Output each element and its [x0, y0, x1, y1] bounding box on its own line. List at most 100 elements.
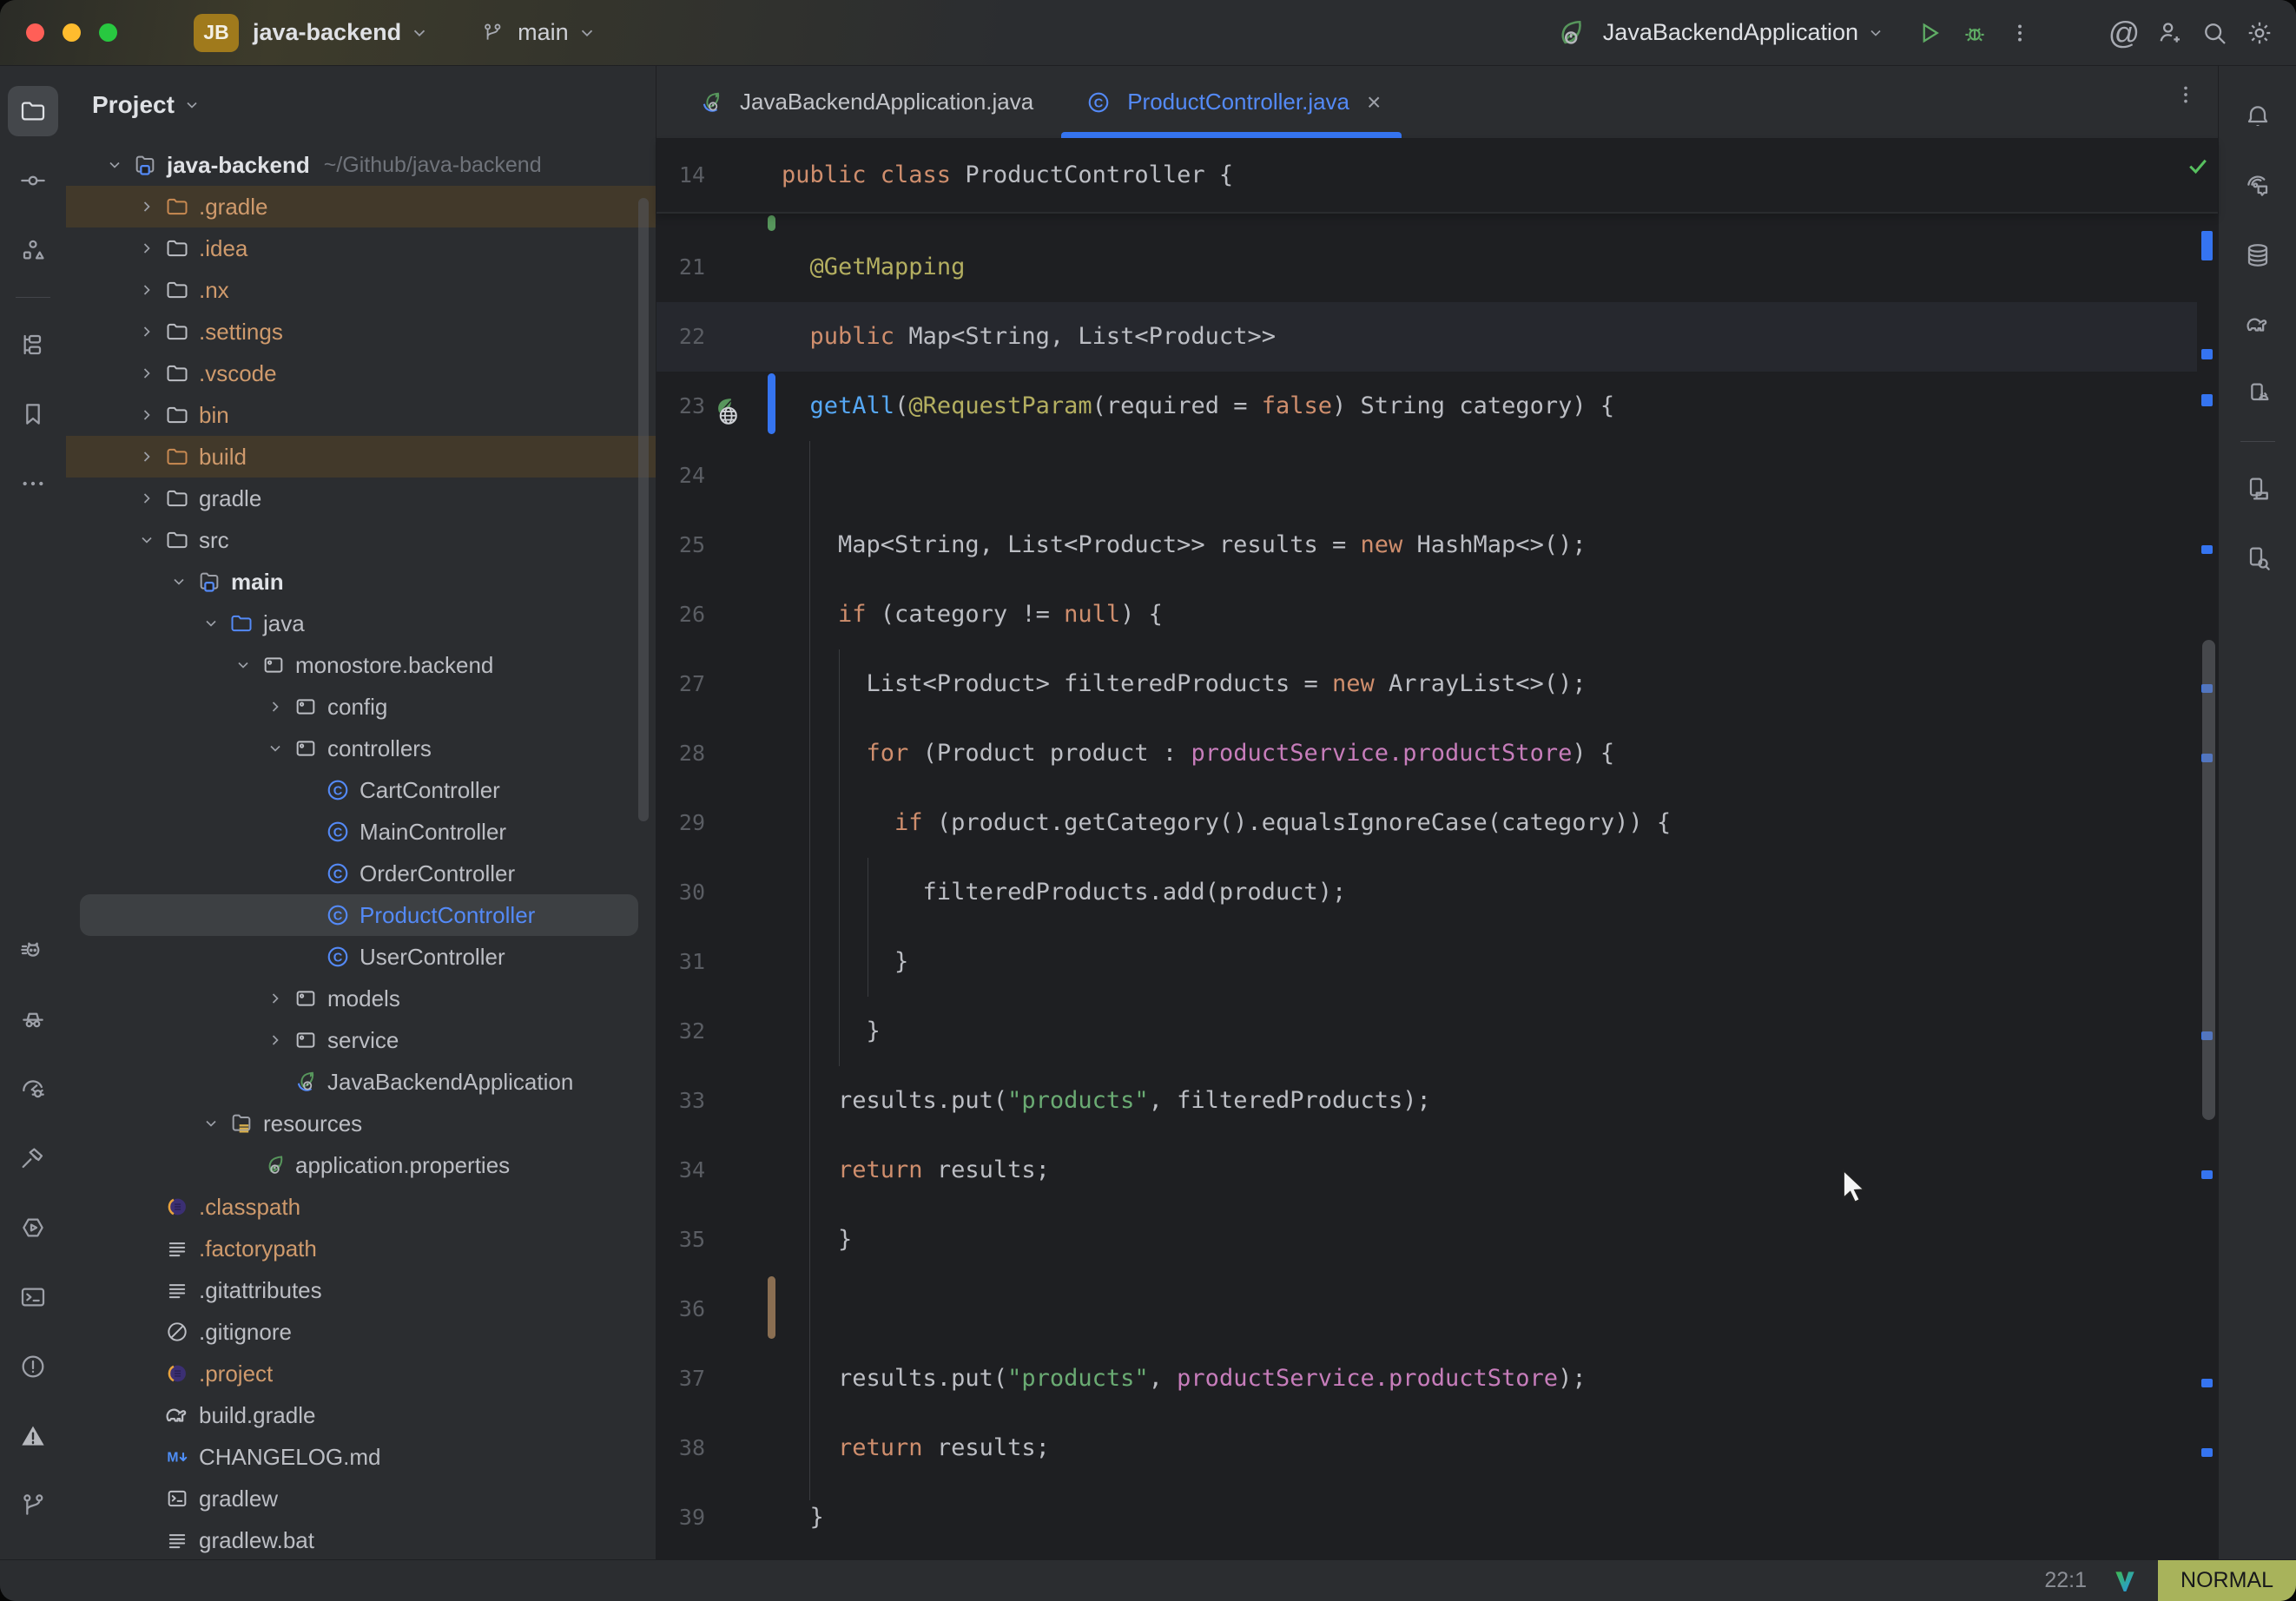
vcs-change-stripe-mark[interactable]: [2201, 1170, 2213, 1179]
chevron-right-icon[interactable]: [261, 698, 289, 715]
chevron-right-icon[interactable]: [133, 448, 161, 465]
chevron-down-icon[interactable]: [197, 615, 225, 632]
close-tab-icon[interactable]: ×: [1367, 89, 1381, 116]
services-icon[interactable]: [8, 1202, 58, 1253]
chevron-down-icon[interactable]: [261, 740, 289, 757]
tree-item-productcontroller[interactable]: CProductController: [80, 894, 638, 936]
code-line-32[interactable]: 32 }: [656, 997, 2218, 1066]
tree-item-java-backend[interactable]: java-backend~/Github/java-backend: [66, 144, 656, 186]
git-branch-icon[interactable]: [8, 1480, 58, 1531]
debug-button[interactable]: [1952, 10, 1997, 56]
tree-item-build-gradle[interactable]: build.gradle: [66, 1394, 656, 1436]
tree-item-ordercontroller[interactable]: COrderController: [66, 853, 656, 894]
tree-item--classpath[interactable]: .classpath: [66, 1186, 656, 1228]
run-button[interactable]: [1907, 10, 1952, 56]
tab-productcontroller[interactable]: C ProductController.java ×: [1058, 66, 1405, 138]
gradle-elephant-icon[interactable]: [2233, 300, 2283, 350]
tree-item--vscode[interactable]: .vscode: [66, 352, 656, 394]
close-window-button[interactable]: [26, 23, 44, 42]
warning-icon[interactable]: [8, 1411, 58, 1461]
code-line-27[interactable]: 27 List<Product> filteredProducts = new …: [656, 649, 2218, 719]
vcs-change-stripe-mark[interactable]: [2201, 1448, 2213, 1457]
device-manager-icon[interactable]: [2233, 464, 2283, 514]
code-line-38[interactable]: 38 return results;: [656, 1413, 2218, 1483]
chevron-right-icon[interactable]: [133, 281, 161, 299]
hierarchy-icon[interactable]: [8, 320, 58, 370]
more-actions-kebab-icon[interactable]: [1997, 10, 2042, 56]
more-icon[interactable]: [8, 458, 58, 509]
tree-item-main[interactable]: main: [66, 561, 656, 603]
code-line-21[interactable]: 21 @GetMapping: [656, 233, 2218, 302]
structure-icon[interactable]: [8, 225, 58, 275]
add-user-icon[interactable]: [2147, 10, 2192, 56]
code-line-31[interactable]: 31 }: [656, 927, 2218, 997]
chevron-right-icon[interactable]: [133, 490, 161, 507]
chevron-right-icon[interactable]: [261, 990, 289, 1007]
chevron-right-icon[interactable]: [133, 365, 161, 382]
tree-item--factorypath[interactable]: .factorypath: [66, 1228, 656, 1269]
tree-item-usercontroller[interactable]: CUserController: [66, 936, 656, 978]
chevron-down-icon[interactable]: [229, 656, 257, 674]
tree-item-maincontroller[interactable]: CMainController: [66, 811, 656, 853]
vcs-change-stripe-mark[interactable]: [2201, 545, 2213, 554]
tree-item--gitignore[interactable]: .gitignore: [66, 1311, 656, 1353]
code-line-25[interactable]: 25 Map<String, List<Product>> results = …: [656, 511, 2218, 580]
device-explorer-icon[interactable]: [2233, 533, 2283, 583]
tree-item-build[interactable]: build: [66, 436, 656, 478]
branch-widget[interactable]: main: [478, 10, 597, 56]
bookmarks-icon[interactable]: [8, 389, 58, 439]
chevron-right-icon[interactable]: [133, 240, 161, 257]
tree-item-javabackendapplication[interactable]: JavaBackendApplication: [66, 1061, 656, 1103]
code-line-35[interactable]: 35 }: [656, 1205, 2218, 1275]
tree-item--nx[interactable]: .nx: [66, 269, 656, 311]
notifications-bell-icon[interactable]: [2233, 91, 2283, 142]
chevron-right-icon[interactable]: [133, 198, 161, 215]
tab-javabackendapplication[interactable]: JavaBackendApplication.java: [670, 66, 1058, 138]
problems-icon[interactable]: [8, 1341, 58, 1392]
chevron-down-icon[interactable]: [133, 531, 161, 549]
commit-icon[interactable]: [8, 155, 58, 206]
vcs-change-stripe-mark[interactable]: [2201, 231, 2213, 260]
project-widget[interactable]: java-backend: [239, 19, 429, 46]
code-line-23[interactable]: 23 getAll(@RequestParam(required = false…: [656, 372, 2218, 441]
project-folder-icon[interactable]: [8, 86, 58, 136]
code-line-29[interactable]: 29 if (product.getCategory().equalsIgnor…: [656, 788, 2218, 858]
tree-item-bin[interactable]: bin: [66, 394, 656, 436]
tree-item-service[interactable]: service: [66, 1019, 656, 1061]
minimize-window-button[interactable]: [63, 23, 81, 42]
tree-item-application-properties[interactable]: application.properties: [66, 1144, 656, 1186]
settings-gear-icon[interactable]: [2237, 10, 2282, 56]
tree-item-controllers[interactable]: controllers: [66, 728, 656, 769]
tree-item-gradlew[interactable]: gradlew: [66, 1478, 656, 1519]
tree-item--settings[interactable]: .settings: [66, 311, 656, 352]
tree-item-resources[interactable]: resources: [66, 1103, 656, 1144]
tree-item-changelog-md[interactable]: MCHANGELOG.md: [66, 1436, 656, 1478]
project-icon[interactable]: JB: [194, 14, 239, 52]
code-line-30[interactable]: 30 filteredProducts.add(product);: [656, 858, 2218, 927]
tree-item-java[interactable]: java: [66, 603, 656, 644]
chevron-down-icon[interactable]: [197, 1115, 225, 1132]
code-line-37[interactable]: 37 results.put("products", productServic…: [656, 1344, 2218, 1413]
maximize-window-button[interactable]: [99, 23, 117, 42]
code-line-28[interactable]: 28 for (Product product : productService…: [656, 719, 2218, 788]
tree-item-config[interactable]: config: [66, 686, 656, 728]
tree-item--idea[interactable]: .idea: [66, 227, 656, 269]
tree-item-cartcontroller[interactable]: CCartController: [66, 769, 656, 811]
copilot-cat-icon[interactable]: [8, 925, 58, 975]
chevron-down-icon[interactable]: [101, 156, 129, 174]
profiler-icon[interactable]: [8, 1064, 58, 1114]
tree-item--gitattributes[interactable]: .gitattributes: [66, 1269, 656, 1311]
tree-item--project[interactable]: .project: [66, 1353, 656, 1394]
chevron-down-icon[interactable]: [165, 573, 193, 590]
caret-position[interactable]: 22:1: [2044, 1568, 2087, 1593]
vcs-change-stripe-mark[interactable]: [2201, 1379, 2213, 1387]
code-line-39[interactable]: 39 }: [656, 1483, 2218, 1552]
database-icon[interactable]: [2233, 230, 2283, 280]
vcs-change-stripe-mark[interactable]: [2201, 349, 2213, 359]
incognito-icon[interactable]: [8, 994, 58, 1044]
sticky-line[interactable]: 14 public class ProductController {: [656, 139, 2218, 214]
code-line-36[interactable]: 36: [656, 1275, 2218, 1344]
chevron-down-icon[interactable]: [183, 96, 201, 114]
run-configuration-selector[interactable]: JavaBackendApplication: [1593, 19, 1884, 46]
editor-scrollbar-thumb[interactable]: [2202, 640, 2215, 1120]
